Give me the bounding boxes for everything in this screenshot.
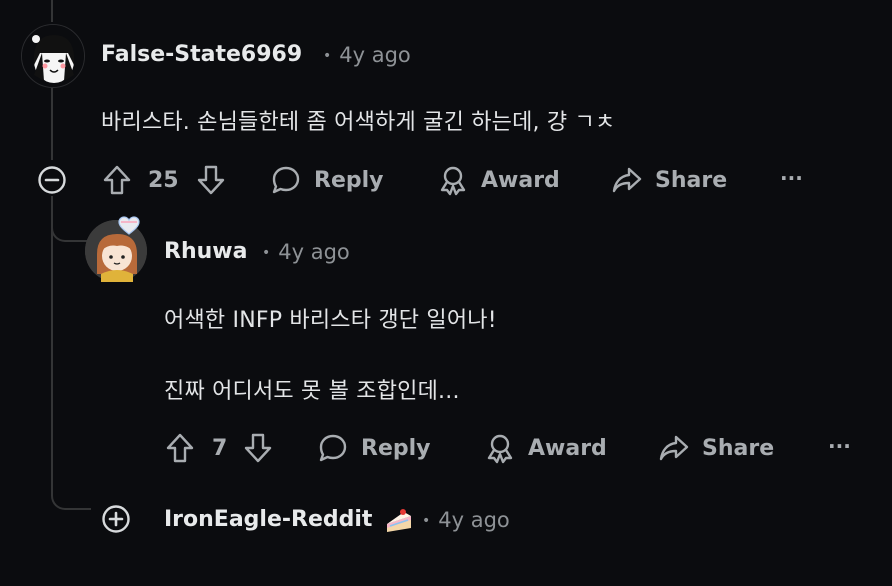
more-options-button[interactable]: ··· — [780, 166, 803, 190]
share-label: Share — [655, 167, 728, 193]
reply-label: Reply — [314, 167, 384, 193]
minus-circle-icon — [38, 166, 66, 194]
timestamp: • 4y ago — [262, 240, 350, 264]
downvote-button[interactable] — [241, 430, 275, 466]
award-button[interactable]: Award — [437, 164, 560, 196]
award-button[interactable]: Award — [484, 432, 607, 464]
share-arrow-icon — [659, 435, 689, 461]
thread-branch-ironeagle — [51, 470, 91, 510]
vote-count: 7 — [212, 436, 228, 461]
award-label: Award — [481, 167, 560, 193]
expand-button[interactable] — [100, 503, 132, 535]
timestamp-text: 4y ago — [339, 43, 411, 67]
timestamp-text: 4y ago — [278, 240, 350, 264]
upvote-button[interactable] — [163, 430, 197, 466]
comment-body-line-2: 진짜 어디서도 못 볼 조합인데... — [164, 379, 460, 404]
share-button[interactable]: Share — [611, 164, 727, 196]
timestamp: • 4y ago — [323, 43, 411, 67]
chat-bubble-icon — [319, 434, 347, 462]
avatar-girl-icon — [22, 25, 84, 87]
downvote-arrow-icon — [244, 433, 272, 463]
reply-label: Reply — [361, 435, 431, 461]
upvote-button[interactable] — [100, 162, 134, 198]
thread-line-top — [51, 0, 53, 22]
username[interactable]: False-State6969 — [101, 42, 302, 67]
more-dots-icon: ··· — [828, 434, 851, 458]
upvote-arrow-icon — [103, 165, 131, 195]
upvote-arrow-icon — [166, 433, 194, 463]
award-label: Award — [528, 435, 607, 461]
award-icon — [440, 166, 466, 196]
avatar[interactable] — [85, 216, 147, 282]
username[interactable]: Rhuwa — [164, 239, 247, 264]
thread-branch-rhuwa — [51, 196, 87, 242]
cake-day-icon — [384, 504, 414, 534]
more-options-button[interactable]: ··· — [828, 434, 851, 458]
timestamp-text: 4y ago — [438, 508, 510, 532]
thread-line-main — [51, 88, 53, 160]
vote-count: 25 — [148, 168, 179, 193]
reply-button[interactable]: Reply — [270, 164, 384, 196]
cake-icon — [387, 509, 411, 532]
downvote-arrow-icon — [197, 165, 225, 195]
reply-button[interactable]: Reply — [317, 432, 431, 464]
plus-circle-icon — [102, 505, 130, 533]
downvote-button[interactable] — [194, 162, 228, 198]
heart-icon — [118, 216, 140, 235]
comment-body: 바리스타. 손님들한테 좀 어색하게 굴긴 하는데, 걍 ㄱㅊ — [101, 110, 616, 135]
comment-body-line-1: 어색한 INFP 바리스타 갱단 일어나! — [164, 308, 497, 333]
more-dots-icon: ··· — [780, 166, 803, 190]
thread-line-main-lower — [51, 200, 53, 490]
username[interactable]: IronEagle-Reddit — [164, 507, 372, 532]
award-icon — [487, 434, 513, 464]
share-button[interactable]: Share — [658, 432, 774, 464]
share-arrow-icon — [612, 167, 642, 193]
share-label: Share — [702, 435, 775, 461]
timestamp: • 4y ago — [422, 508, 510, 532]
avatar[interactable] — [21, 24, 85, 88]
chat-bubble-icon — [272, 166, 300, 194]
collapse-button[interactable] — [36, 164, 68, 196]
